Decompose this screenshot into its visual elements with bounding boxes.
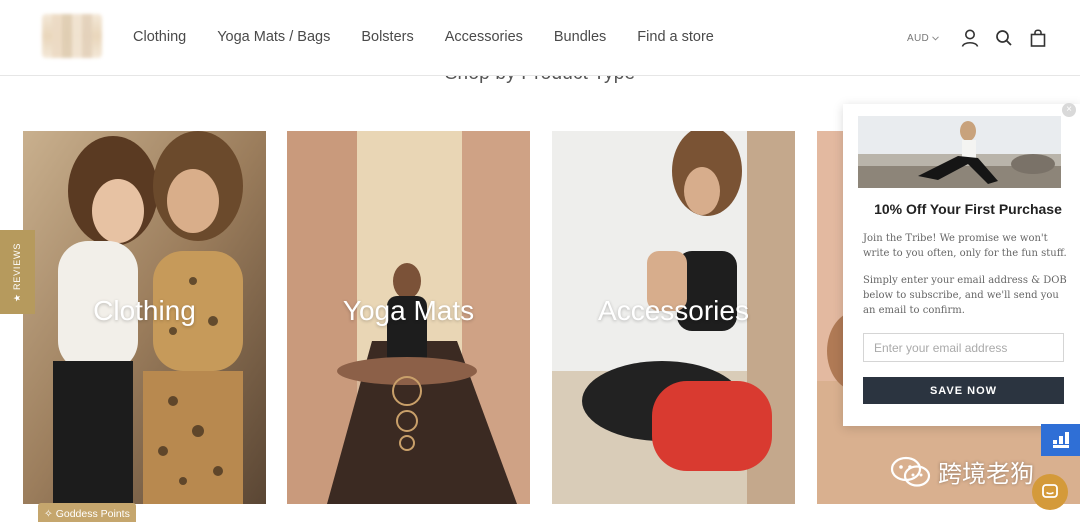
currency-selector[interactable]: AUD [907, 33, 939, 44]
site-header: Clothing Yoga Mats / Bags Bolsters Acces… [0, 0, 1080, 76]
search-icon[interactable] [993, 27, 1015, 49]
category-tile-clothing[interactable]: Clothing [23, 131, 266, 504]
popup-close-icon[interactable]: × [1062, 103, 1076, 117]
main-nav: Clothing Yoga Mats / Bags Bolsters Acces… [133, 29, 714, 45]
nav-item-clothing[interactable]: Clothing [133, 29, 186, 45]
reviews-tab-label: ★ REVIEWS [12, 242, 22, 302]
brand-logo[interactable] [42, 14, 102, 58]
category-tile-accessories[interactable]: Accessories [552, 131, 795, 504]
tile-label-yoga-mats: Yoga Mats [342, 295, 475, 326]
wechat-icon [890, 456, 931, 487]
nav-item-bundles[interactable]: Bundles [554, 29, 606, 45]
tile-label-accessories: Accessories [598, 295, 749, 326]
popup-hero-image [858, 116, 1061, 188]
cart-icon[interactable] [1027, 27, 1049, 49]
chevron-down-icon [932, 36, 939, 41]
newsletter-popup: 10% Off Your First Purchase Join the Tri… [843, 104, 1080, 426]
chat-launcher-button[interactable] [1032, 474, 1068, 510]
chat-icon [1042, 484, 1058, 498]
nav-item-find-a-store[interactable]: Find a store [637, 29, 714, 45]
nav-item-accessories[interactable]: Accessories [445, 29, 523, 45]
nav-item-bolsters[interactable]: Bolsters [361, 29, 413, 45]
reviews-tab[interactable]: ★ REVIEWS [0, 230, 35, 314]
save-now-button[interactable]: SAVE NOW [863, 377, 1064, 404]
goddess-points-button[interactable]: ✧ Goddess Points [38, 503, 136, 522]
grid-icon [1052, 432, 1069, 448]
popup-title: 10% Off Your First Purchase [874, 201, 1062, 217]
watermark: 跨境老狗 [890, 454, 1034, 489]
currency-label: AUD [907, 33, 930, 44]
email-field[interactable] [863, 333, 1064, 362]
tile-label-clothing: Clothing [93, 295, 196, 326]
watermark-text: 跨境老狗 [938, 460, 1034, 488]
apps-widget-button[interactable] [1041, 424, 1080, 456]
popup-intro-text: Join the Tribe! We promise we won't writ… [863, 233, 1067, 259]
category-tile-yoga-mats[interactable]: Yoga Mats [287, 131, 530, 504]
nav-item-yoga-mats-bags[interactable]: Yoga Mats / Bags [217, 29, 330, 45]
popup-subscribe-text: Simply enter your email address & DOB be… [863, 275, 1067, 316]
account-icon[interactable] [959, 27, 981, 49]
